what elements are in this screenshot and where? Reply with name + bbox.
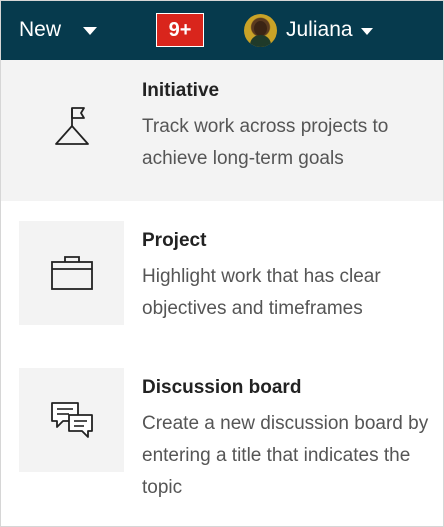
discussion-board-icon-tile [19,368,124,472]
menu-item-title: Initiative [142,80,220,101]
menu-item-title: Project [142,230,207,251]
flag-on-hill-icon [54,107,89,145]
user-menu-button[interactable]: Juliana [244,13,373,47]
notification-badge[interactable]: 9+ [156,13,204,47]
menu-item-text: Discussion board Create a new discussion… [142,374,438,504]
notification-count: 9+ [168,18,192,41]
menu-item-text: Initiative Track work across projects to… [142,77,438,175]
new-menu-label: New [19,18,62,41]
menu-item-description: Track work across projects to achieve lo… [142,116,389,169]
menu-item-text: Project Highlight work that has clear ob… [142,227,438,325]
user-name: Juliana [286,18,353,41]
top-bar: New 9+ Juliana [1,1,443,60]
initiative-icon-tile [19,74,124,178]
menu-item-description: Highlight work that has clear objectives… [142,266,381,319]
chat-bubbles-icon [50,402,93,438]
new-menu-popup: New 9+ Juliana Initiative Track work acr… [0,0,444,527]
menu-item-description: Create a new discussion board by enterin… [142,413,429,498]
project-icon-tile [19,221,124,325]
new-menu-button[interactable]: New [19,15,98,45]
menu-item-initiative[interactable]: Initiative Track work across projects to… [1,60,443,201]
chevron-down-icon [83,27,98,35]
chevron-down-icon [360,27,373,35]
menu-item-discussion-board[interactable]: Discussion board Create a new discussion… [1,348,443,526]
menu-item-project[interactable]: Project Highlight work that has clear ob… [1,201,443,348]
avatar [244,13,277,47]
briefcase-icon [50,256,93,290]
new-item-menu: Initiative Track work across projects to… [1,60,443,526]
menu-item-title: Discussion board [142,377,302,398]
